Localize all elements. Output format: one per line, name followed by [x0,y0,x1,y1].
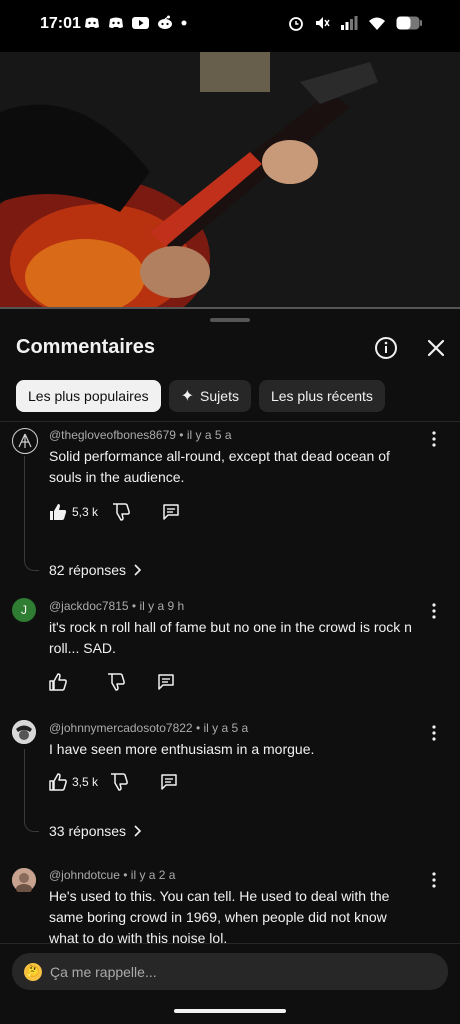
notification-icons [84,15,187,30]
system-icons [288,15,422,31]
sort-chips: Les plus populaires ✦ Sujets Les plus réc… [16,380,385,412]
youtube-icon [132,16,149,29]
more-options-icon[interactable] [426,871,442,889]
chip-label: Les plus populaires [28,388,149,404]
chip-label: Sujets [200,388,239,404]
comment-actions: 5,3 k [49,502,180,522]
avatar-ankh-icon [18,433,32,448]
avatar[interactable] [12,868,36,892]
comment-time: il y a 2 a [130,868,176,882]
divider [0,421,460,422]
avatar[interactable]: J [12,598,36,622]
comment-text: it's rock n roll hall of fame but no one… [49,619,412,656]
video-player[interactable] [0,52,460,309]
thumb-up-filled-icon [50,504,67,520]
thumb-down-icon [108,673,125,691]
comment-handle[interactable]: @johndotcue [49,868,120,882]
status-time: 17:01 [40,15,81,32]
comment-text: Solid performance all-round, except that… [49,448,390,485]
reply-icon [158,674,174,690]
more-options-icon[interactable] [426,430,442,448]
avatar-letter: J [21,603,27,617]
reply-button[interactable] [160,773,178,791]
drag-handle[interactable] [210,318,250,322]
comment-time: il y a 5 a [186,428,232,442]
mute-icon [316,17,330,29]
discord-icon [109,17,123,28]
dot-icon [181,20,187,25]
battery-icon [396,16,422,30]
avatar[interactable] [12,428,38,454]
like-count: 5,3 k [72,505,99,519]
view-replies-button[interactable]: 33 réponses [49,823,142,839]
comment-meta: @johnnymercadosoto7822 • il y a 5 a [49,721,249,735]
comment-text: He's used to this. You can tell. He used… [49,888,390,944]
comment-time: il y a 5 a [203,721,249,735]
thinking-emoji-icon: 🤔 [24,962,42,981]
signal-icon [341,16,358,30]
comment-actions [49,672,175,692]
reply-icon [163,504,179,520]
comment-handle[interactable]: @jackdoc7815 [49,599,129,613]
chip-label: Les plus récents [270,388,373,404]
thread-line [24,749,39,832]
reddit-icon [158,15,172,29]
comment-actions: 3,5 k [49,772,178,792]
reply-button[interactable] [157,673,175,691]
chip-top-comments[interactable]: Les plus populaires [16,380,161,412]
chevron-right-icon [134,564,142,576]
thumb-up-icon [49,673,67,691]
comment-meta: @thegloveofbones8679 • il y a 5 a [49,428,232,442]
comment-handle[interactable]: @johnnymercadosoto7822 [49,721,193,735]
comments-sheet: Commentaires Les plus populaires ✦ Sujets… [0,309,460,1024]
more-options-icon[interactable] [426,724,442,742]
like-button[interactable]: 5,3 k [49,503,98,521]
comment-time: il y a 9 h [139,599,185,613]
thumb-down-icon [113,503,130,521]
like-button[interactable]: 3,5 k [49,773,98,791]
home-indicator[interactable] [174,1009,286,1013]
comment-meta: @jackdoc7815 • il y a 9 h [49,599,185,613]
chip-topics[interactable]: ✦ Sujets [168,380,251,412]
like-button[interactable] [49,673,67,691]
dislike-button[interactable] [107,673,125,691]
avatar-photo-icon [12,720,36,744]
avatar-photo-icon [12,868,36,892]
close-icon[interactable] [424,336,448,360]
comment-input[interactable]: 🤔 Ça me rappelle... [12,953,448,990]
comment-handle[interactable]: @thegloveofbones8679 [49,428,176,442]
comment-text: I have seen more enthusiasm in a morgue. [49,741,315,757]
chip-newest[interactable]: Les plus récents [258,380,385,412]
comment-input-placeholder: Ça me rappelle... [50,963,157,980]
replies-count: 82 réponses [49,562,127,578]
reply-button[interactable] [162,503,180,521]
avatar[interactable] [12,720,36,744]
dislike-button[interactable] [110,773,128,791]
view-replies-button[interactable]: 82 réponses [49,562,142,578]
dislike-button[interactable] [112,503,130,521]
info-icon[interactable] [374,336,398,360]
sparkle-icon: ✦ [180,388,195,405]
like-count: 3,5 k [72,775,99,789]
thread-line [24,456,39,571]
chevron-right-icon [134,825,142,837]
thumb-up-icon [49,773,67,791]
reply-icon [161,774,177,790]
comment-meta: @johndotcue • il y a 2 a [49,868,176,882]
discord-icon [85,17,99,28]
wifi-icon [369,17,385,30]
thumb-down-icon [111,773,128,791]
video-frame-image [0,52,460,309]
sheet-title: Commentaires [16,336,155,358]
alarm-icon [289,17,303,31]
replies-count: 33 réponses [49,823,127,839]
divider [0,943,460,944]
more-options-icon[interactable] [426,602,442,620]
status-bar: 17:01 [0,0,460,52]
